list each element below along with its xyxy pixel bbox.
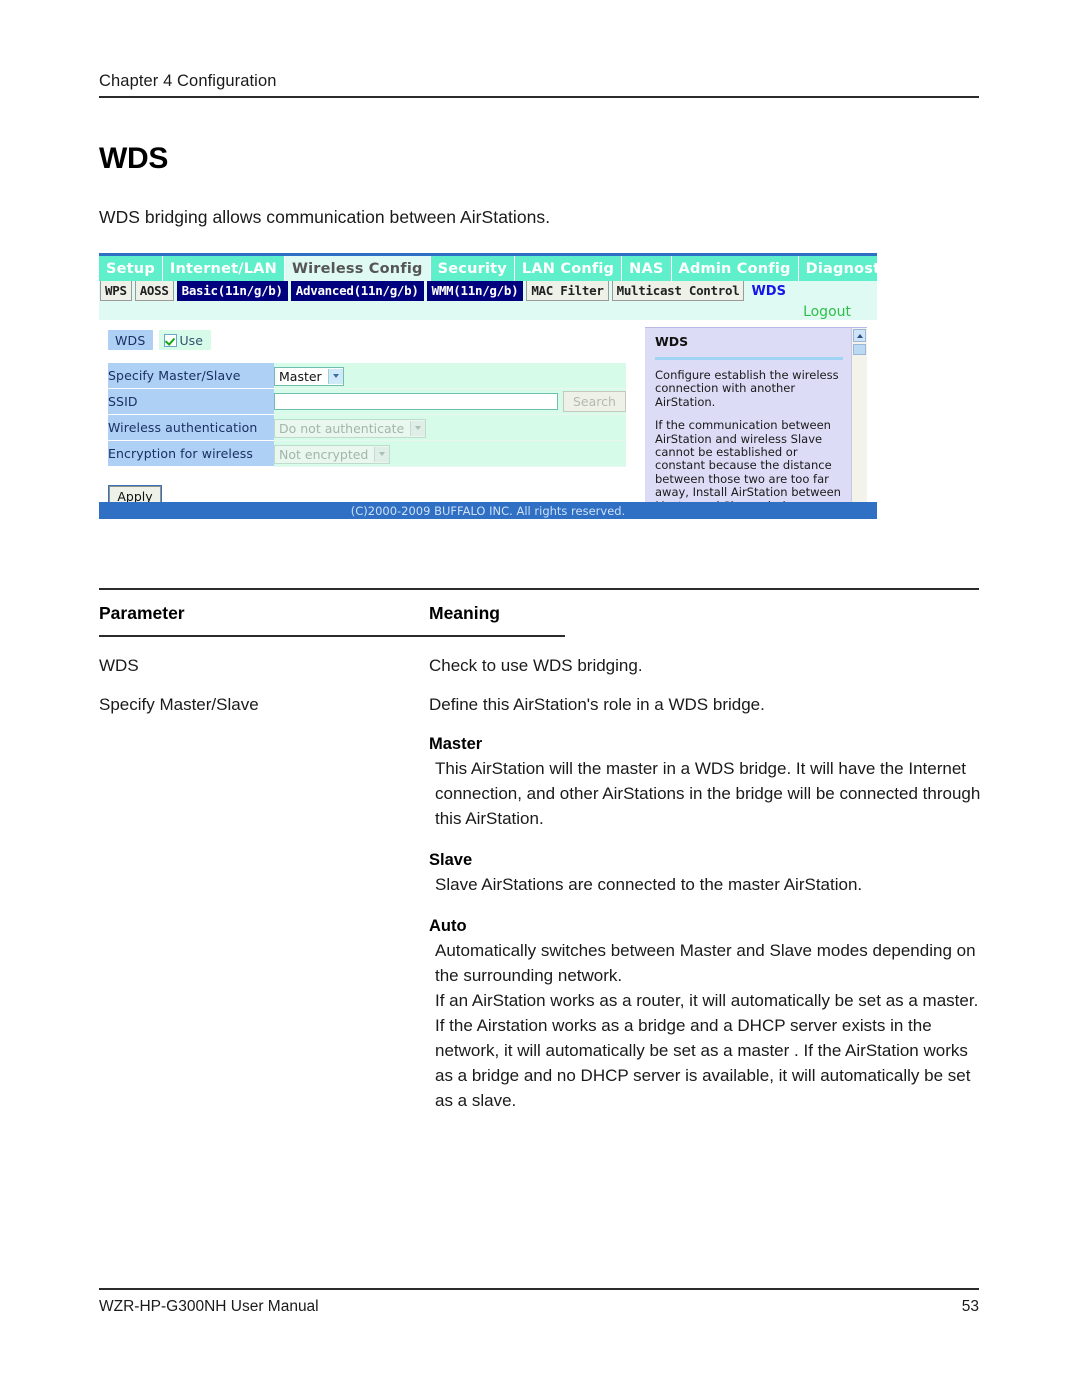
wds-settings-table: Specify Master/Slave Master SSID Search …: [108, 363, 626, 467]
sub-tab-bar: WPS AOSS Basic(11n/g/b) Advanced(11n/g/b) WM…: [99, 281, 877, 301]
tab-nas[interactable]: NAS: [622, 256, 672, 281]
tab-setup[interactable]: Setup: [99, 256, 163, 281]
table-row: Encryption for wireless Not encrypted: [108, 440, 626, 467]
param-name: Specify Master/Slave: [99, 695, 259, 714]
search-button[interactable]: Search: [562, 391, 626, 412]
help-title: WDS: [655, 334, 689, 349]
subtab-multicast-control[interactable]: Multicast Control: [611, 281, 745, 301]
column-header-meaning: Meaning: [429, 603, 500, 623]
help-panel: WDS Configure establish the wireless con…: [645, 327, 867, 516]
column-header-parameter: Parameter: [99, 603, 185, 623]
encryption-select: Not encrypted: [274, 444, 391, 464]
router-page-body: WDS Use Specify Master/Slave Master SSID…: [99, 320, 877, 529]
tab-lan-config[interactable]: LAN Config: [514, 256, 623, 281]
value-specify-master-slave: Master: [274, 363, 626, 389]
detail-body: Slave AirStations are connected to the m…: [435, 875, 863, 894]
encryption-value: Not encrypted: [279, 446, 369, 462]
table-row: Wireless authentication Do not authentic…: [108, 414, 626, 441]
subtab-aoss[interactable]: AOSS: [134, 281, 174, 301]
wireless-authentication-select: Do not authenticate: [274, 418, 427, 438]
help-content: WDS Configure establish the wireless con…: [645, 328, 851, 516]
page-title: WDS: [99, 142, 169, 175]
detail-group-slave: Slave Slave AirStations are connected to…: [429, 851, 989, 897]
chapter-label: Chapter 4 Configuration: [99, 72, 277, 90]
scrollbar-thumb[interactable]: [853, 344, 866, 355]
value-ssid: Search: [274, 388, 626, 415]
subtab-advanced-11n-g-b[interactable]: Advanced(11n/g/b): [290, 281, 424, 301]
help-divider: [655, 357, 843, 360]
chevron-down-icon[interactable]: [327, 368, 343, 384]
subtab-mac-filter[interactable]: MAC Filter: [526, 281, 609, 301]
help-scrollbar[interactable]: [851, 328, 867, 516]
page-footer: WZR-HP-G300NH User Manual 53: [99, 1288, 979, 1316]
wds-row-label: WDS: [108, 330, 153, 350]
wds-form: WDS Use Specify Master/Slave Master SSID…: [108, 330, 626, 467]
wds-use-label: Use: [179, 332, 203, 348]
mode-descriptions: Master This AirStation will the master i…: [429, 735, 989, 1113]
tab-internet-lan[interactable]: Internet/LAN: [162, 256, 285, 281]
ssid-input[interactable]: [274, 393, 558, 410]
label-wireless-authentication: Wireless authentication: [108, 414, 274, 441]
checkbox-checked-icon[interactable]: [163, 333, 177, 347]
table-header-row: Parameter Meaning: [99, 590, 979, 635]
label-ssid: SSID: [108, 388, 274, 415]
table-row: Specify Master/Slave Master: [108, 363, 626, 389]
param-name: WDS: [99, 656, 139, 675]
table-row: WDS Check to use WDS bridging.: [99, 637, 979, 676]
chevron-down-icon: [374, 446, 390, 462]
table-row: SSID Search: [108, 388, 626, 415]
label-specify-master-slave: Specify Master/Slave: [108, 363, 274, 389]
detail-heading: Auto: [429, 917, 467, 935]
subtab-basic-11n-g-b[interactable]: Basic(11n/g/b): [176, 281, 288, 301]
param-meaning: Check to use WDS bridging.: [429, 656, 643, 675]
page-header: Chapter 4 Configuration: [99, 72, 979, 98]
tab-security[interactable]: Security: [430, 256, 515, 281]
intro-paragraph: WDS bridging allows communication betwee…: [99, 207, 551, 227]
subtab-wds[interactable]: WDS: [747, 281, 790, 301]
scroll-up-arrow-icon[interactable]: [853, 329, 866, 342]
detail-body: This AirStation will the master in a WDS…: [435, 759, 981, 828]
table-row: Specify Master/Slave Define this AirStat…: [99, 676, 979, 715]
main-tab-bar: Setup Internet/LAN Wireless Config Security…: [99, 256, 877, 281]
page-number: 53: [961, 1298, 979, 1315]
value-encryption-for-wireless: Not encrypted: [274, 440, 626, 467]
detail-heading: Slave: [429, 851, 473, 869]
help-paragraph: Configure establish the wireless connect…: [655, 368, 839, 409]
copyright-bar: (C)2000-2009 BUFFALO INC. All rights res…: [99, 502, 877, 519]
detail-group-auto: Auto Automatically switches between Mast…: [429, 917, 989, 1113]
detail-body: Automatically switches between Master an…: [435, 941, 979, 1110]
wds-enable-row: WDS Use: [108, 330, 626, 350]
param-meaning: Define this AirStation's role in a WDS b…: [429, 695, 765, 714]
master-slave-select[interactable]: Master: [274, 366, 344, 386]
chevron-down-icon: [410, 420, 426, 436]
subtab-wmm-11n-g-b[interactable]: WMM(11n/g/b): [426, 281, 524, 301]
subtab-wps[interactable]: WPS: [100, 281, 132, 301]
detail-heading: Master: [429, 735, 483, 753]
tab-admin-config[interactable]: Admin Config: [671, 256, 799, 281]
parameter-table: Parameter Meaning WDS Check to use WDS b…: [99, 588, 979, 715]
logout-link[interactable]: Logout: [803, 304, 851, 320]
detail-group-master: Master This AirStation will the master i…: [429, 735, 989, 831]
wireless-authentication-value: Do not authenticate: [279, 420, 405, 436]
wds-use-cell[interactable]: Use: [158, 330, 211, 350]
value-wireless-authentication: Do not authenticate: [274, 414, 626, 441]
logout-bar: Logout: [99, 301, 877, 320]
header-divider: [99, 96, 979, 98]
tab-wireless-config[interactable]: Wireless Config: [284, 256, 431, 281]
master-slave-select-value: Master: [279, 368, 322, 384]
tab-diagnostic[interactable]: Diagnostic: [798, 256, 877, 281]
router-ui-screenshot: Setup Internet/LAN Wireless Config Security…: [99, 253, 877, 560]
manual-name: WZR-HP-G300NH User Manual: [99, 1298, 319, 1315]
label-encryption-for-wireless: Encryption for wireless: [108, 440, 274, 467]
